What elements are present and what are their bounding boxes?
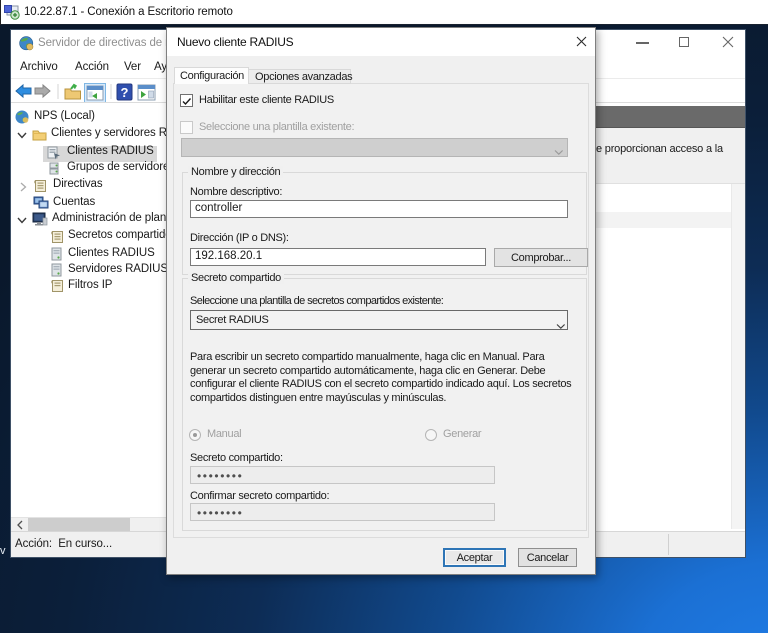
svg-text:?: ? (121, 85, 129, 100)
